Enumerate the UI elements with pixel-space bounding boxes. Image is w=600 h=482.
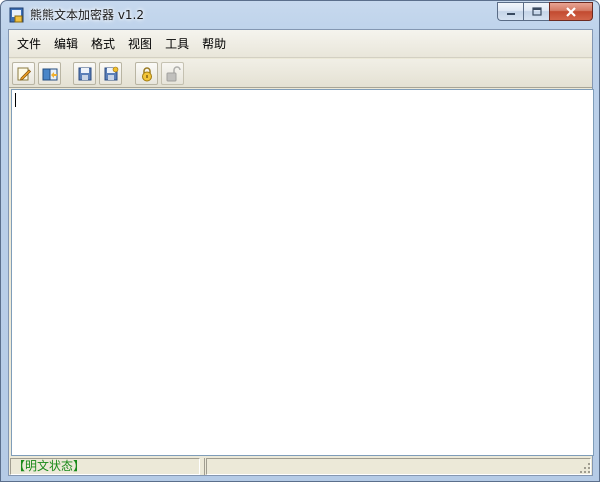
text-editor[interactable]	[11, 89, 594, 456]
maximize-button[interactable]	[523, 2, 549, 21]
menu-edit[interactable]: 编辑	[48, 34, 84, 54]
title-bar[interactable]: 熊熊文本加密器 v1.2	[1, 1, 599, 29]
save-as-icon	[104, 66, 118, 80]
client-area: 文件 编辑 格式 视图 工具 帮助 【明文状态】	[8, 29, 594, 476]
open-button[interactable]	[38, 62, 61, 85]
menu-format[interactable]: 格式	[85, 34, 121, 54]
toolbar	[9, 59, 592, 88]
status-divider	[204, 458, 205, 475]
minimize-icon	[506, 12, 515, 15]
open-book-icon	[42, 68, 57, 80]
save-icon	[78, 67, 91, 80]
new-document-button[interactable]	[12, 62, 35, 85]
caption-buttons	[497, 2, 593, 21]
status-info	[206, 458, 591, 475]
save-as-button[interactable]	[99, 62, 122, 85]
menu-help[interactable]: 帮助	[196, 34, 232, 54]
status-bar: 【明文状态】	[9, 457, 592, 475]
menu-bar: 文件 编辑 格式 视图 工具 帮助	[9, 30, 592, 58]
unlock-icon	[166, 65, 181, 81]
window-title: 熊熊文本加密器 v1.2	[30, 8, 145, 22]
resize-grip-icon[interactable]	[579, 462, 591, 474]
maximize-icon	[531, 7, 542, 16]
close-icon	[566, 6, 576, 17]
app-window: 熊熊文本加密器 v1.2 文件 编辑 格式 视图 工具 帮助 【明文状态】	[0, 0, 600, 482]
text-caret	[15, 93, 16, 107]
close-button[interactable]	[549, 2, 593, 21]
encrypt-button[interactable]	[135, 62, 158, 85]
minimize-button[interactable]	[497, 2, 523, 21]
menu-file[interactable]: 文件	[11, 34, 47, 54]
new-document-icon	[17, 67, 31, 81]
status-mode: 【明文状态】	[10, 458, 200, 475]
lock-icon	[141, 66, 152, 81]
menu-tools[interactable]: 工具	[159, 34, 195, 54]
decrypt-button[interactable]	[161, 62, 184, 85]
app-icon	[9, 7, 25, 23]
menu-view[interactable]: 视图	[122, 34, 158, 54]
save-button[interactable]	[73, 62, 96, 85]
